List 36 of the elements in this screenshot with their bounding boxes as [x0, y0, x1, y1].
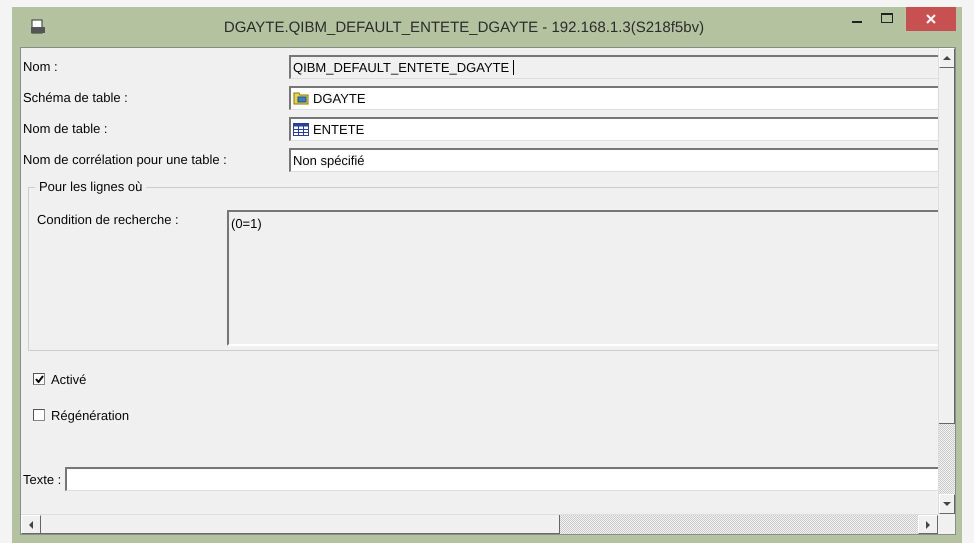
input-field[interactable]: QIBM_DEFAULT_ENTETE_DGAYTE	[289, 54, 938, 78]
field-label: Nom de table :	[23, 121, 109, 136]
scrollbar-thumb[interactable]	[939, 68, 955, 424]
down-arrow-icon	[943, 502, 951, 506]
right-arrow-icon	[926, 520, 930, 528]
folder-icon	[293, 91, 309, 105]
close-button[interactable]	[906, 7, 956, 31]
input-field[interactable]: DGAYTE	[289, 86, 938, 110]
field-label: Texte :	[23, 472, 62, 486]
left-arrow-icon	[29, 520, 33, 528]
checkbox-label: Régénération	[51, 408, 130, 422]
close-icon	[926, 14, 936, 24]
group-title: Pour les lignes où	[35, 179, 146, 194]
check-icon	[34, 375, 44, 383]
field-label: Nom de corrélation pour une table :	[23, 152, 228, 167]
scroll-right-button[interactable]	[918, 515, 938, 534]
condition-textarea[interactable]: (0=1)	[227, 210, 938, 346]
up-arrow-icon	[943, 56, 951, 60]
scroll-up-button[interactable]	[939, 48, 955, 68]
checkbox[interactable]	[33, 373, 45, 385]
scroll-down-button[interactable]	[939, 494, 955, 514]
window-icon	[30, 19, 46, 35]
scroll-left-button[interactable]	[21, 515, 41, 534]
minimize-icon	[852, 20, 862, 22]
input-field[interactable]	[65, 467, 938, 491]
window-title: DGAYTE.QIBM_DEFAULT_ENTETE_DGAYTE - 192.168.1.3(S218f5bv)	[222, 18, 706, 36]
scrollbar-thumb[interactable]	[41, 515, 560, 534]
input-field[interactable]: Non spécifié	[289, 148, 938, 172]
input-field[interactable]: ENTETE	[289, 116, 938, 140]
checkbox-label: Activé	[51, 372, 86, 386]
field-label: Condition de recherche :	[37, 211, 180, 229]
maximize-icon	[881, 13, 893, 23]
field-label: Nom :	[23, 59, 59, 74]
field-label: Schéma de table :	[23, 90, 129, 105]
checkbox[interactable]	[33, 409, 45, 421]
table-icon	[293, 122, 309, 136]
